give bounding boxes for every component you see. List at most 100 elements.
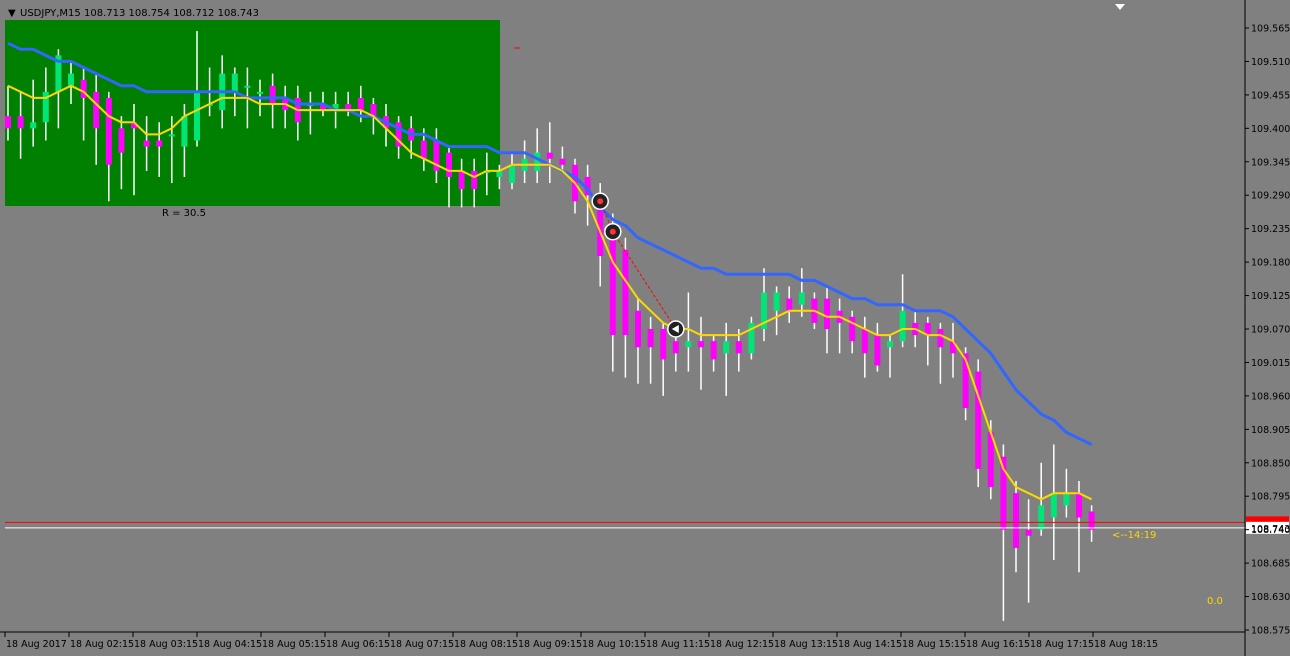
value-label: 0.0 xyxy=(1207,596,1223,607)
candle-body[interactable] xyxy=(899,310,906,342)
ohlc-label: 108.713 108.754 108.712 108.743 xyxy=(84,8,259,19)
x-tick-label: 18 Aug 18:15 xyxy=(1094,639,1158,650)
candle-body[interactable] xyxy=(194,91,200,141)
trade-marker-dot xyxy=(597,198,604,205)
x-tick-label: 18 Aug 10:15 xyxy=(582,639,646,650)
candle-body[interactable] xyxy=(244,85,251,88)
candle-body[interactable] xyxy=(143,140,150,147)
y-tick-label: 108.905 xyxy=(1251,425,1290,436)
candle-body[interactable] xyxy=(181,116,188,147)
candle-body[interactable] xyxy=(357,97,364,111)
candle-body[interactable] xyxy=(68,73,74,86)
x-tick-label: 18 Aug 02:15 xyxy=(70,639,134,650)
candle-body[interactable] xyxy=(635,310,641,348)
y-tick-label: 109.510 xyxy=(1251,57,1290,68)
candle-body[interactable] xyxy=(647,329,654,348)
candle-body[interactable] xyxy=(849,316,856,342)
candle-body[interactable] xyxy=(1076,493,1082,518)
y-tick-label: 108.630 xyxy=(1251,592,1290,603)
candle-body[interactable] xyxy=(546,152,553,159)
x-tick-label: 18 Aug 06:15 xyxy=(326,639,390,650)
candle-body[interactable] xyxy=(257,91,263,94)
x-tick-label: 18 Aug 07:15 xyxy=(390,639,454,650)
y-tick-label: 109.400 xyxy=(1251,124,1290,135)
candle-body[interactable] xyxy=(420,140,427,159)
x-tick-label: 18 Aug 04:15 xyxy=(198,639,262,650)
y-tick-label: 109.345 xyxy=(1251,157,1290,168)
candle-body[interactable] xyxy=(168,134,175,137)
y-tick-label: 109.125 xyxy=(1251,291,1290,302)
candle-body[interactable] xyxy=(723,341,730,354)
candle-body[interactable] xyxy=(798,292,805,305)
candle-body[interactable] xyxy=(1013,493,1019,548)
candle-body[interactable] xyxy=(471,170,478,190)
candle-body[interactable] xyxy=(1025,529,1032,536)
candle-body[interactable] xyxy=(17,116,24,129)
candle-body[interactable] xyxy=(559,158,566,165)
y-tick-label: 109.015 xyxy=(1251,358,1290,369)
candle-body[interactable] xyxy=(672,341,679,354)
candle-body[interactable] xyxy=(5,116,11,129)
candle-body[interactable] xyxy=(1088,511,1095,530)
candle-body[interactable] xyxy=(156,140,163,147)
y-tick-label: 108.575 xyxy=(1251,626,1290,637)
candle-body[interactable] xyxy=(824,298,830,329)
candle-body[interactable] xyxy=(446,152,452,177)
x-tick-label: 18 Aug 13:15 xyxy=(774,639,838,650)
candle-body[interactable] xyxy=(93,91,100,129)
candle-body[interactable] xyxy=(786,298,793,311)
candle-body[interactable] xyxy=(1038,505,1045,530)
candle-body[interactable] xyxy=(269,85,276,105)
candle-body[interactable] xyxy=(105,97,112,165)
x-tick-label: 18 Aug 03:15 xyxy=(134,639,198,650)
y-tick-label: 109.290 xyxy=(1251,191,1290,202)
y-tick-label: 109.180 xyxy=(1251,258,1290,269)
candle-body[interactable] xyxy=(887,341,893,348)
candle-body[interactable] xyxy=(975,371,982,469)
candle-body[interactable] xyxy=(118,128,125,153)
candle-body[interactable] xyxy=(861,329,868,354)
x-tick-label: 18 Aug 14:15 xyxy=(838,639,902,650)
panel-r-label: R = 30.5 xyxy=(162,208,206,219)
candle-body[interactable] xyxy=(30,122,37,129)
candle-body[interactable] xyxy=(622,249,629,336)
x-tick-label: 18 Aug 17:15 xyxy=(1030,639,1094,650)
green-panel xyxy=(5,20,500,206)
candle-body[interactable] xyxy=(698,341,704,348)
candle-body[interactable] xyxy=(509,164,515,184)
x-tick-label: 18 Aug 08:15 xyxy=(454,639,518,650)
symbol-label: USDJPY,M15 xyxy=(20,8,81,19)
y-tick-label: 109.455 xyxy=(1251,90,1290,101)
x-tick-label: 18 Aug 15:15 xyxy=(902,639,966,650)
candle-body[interactable] xyxy=(685,341,692,348)
candle-body[interactable] xyxy=(609,225,616,336)
x-tick-label: 18 Aug 09:15 xyxy=(518,639,582,650)
candle-body[interactable] xyxy=(534,152,541,171)
x-tick-label: 18 Aug 12:15 xyxy=(710,639,774,650)
candle-body[interactable] xyxy=(710,341,717,360)
y-tick-label: 108.795 xyxy=(1251,492,1290,503)
candle-body[interactable] xyxy=(660,329,667,360)
trade-marker-dot xyxy=(609,228,616,235)
y-tick-label: 109.565 xyxy=(1251,24,1290,35)
y-tick-label: 108.685 xyxy=(1251,559,1290,570)
x-tick-label: 18 Aug 05:15 xyxy=(262,639,326,650)
candle-body[interactable] xyxy=(773,292,780,311)
x-tick-label: 18 Aug 16:15 xyxy=(966,639,1030,650)
x-tick-label: 18 Aug 2017 xyxy=(6,639,67,650)
price-chart[interactable]: 108.743 109.565109.510109.455109.400109.… xyxy=(0,0,1290,656)
candle-body[interactable] xyxy=(874,335,881,366)
candle-body[interactable] xyxy=(735,341,742,354)
candle-body[interactable] xyxy=(937,329,944,348)
countdown-label: <--14:19 xyxy=(1112,530,1156,541)
candle-body[interactable] xyxy=(1063,493,1070,506)
y-tick-label: 108.740 xyxy=(1251,525,1290,536)
y-tick-label: 108.960 xyxy=(1251,391,1290,402)
candle-body[interactable] xyxy=(458,170,465,190)
y-tick-label: 109.235 xyxy=(1251,224,1290,235)
chart-menu-icon[interactable]: ▼ xyxy=(8,8,16,19)
candle-body[interactable] xyxy=(1050,493,1057,518)
y-tick-label: 109.070 xyxy=(1251,325,1290,336)
x-tick-label: 18 Aug 11:15 xyxy=(646,639,710,650)
candle-body[interactable] xyxy=(231,73,238,92)
